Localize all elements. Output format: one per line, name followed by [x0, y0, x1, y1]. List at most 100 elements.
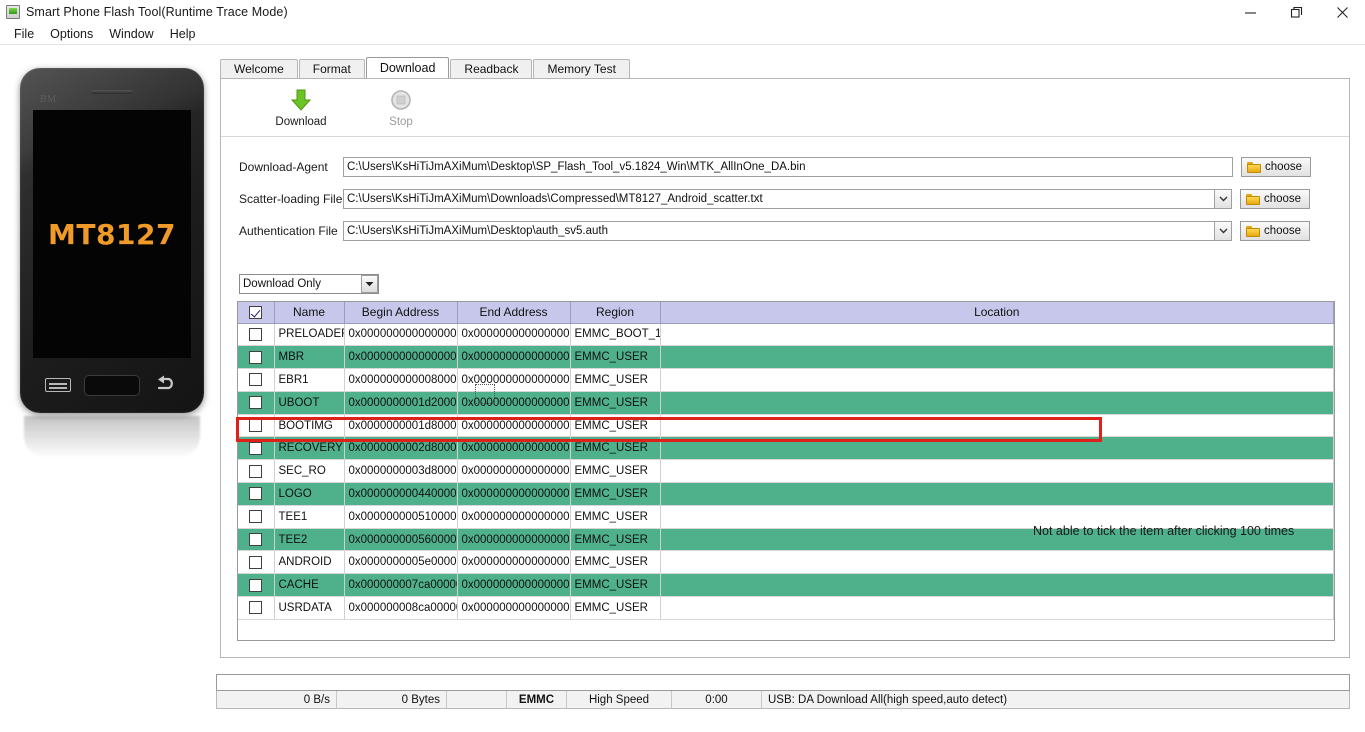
row-checkbox-cell[interactable] — [238, 345, 275, 370]
select-all-checkbox[interactable] — [249, 306, 263, 320]
row-begin-address: 0x0000000003d80000 — [344, 459, 458, 484]
header-name[interactable]: Name — [274, 302, 345, 324]
folder-icon — [1247, 161, 1261, 173]
annotation-text: Not able to tick the item after clicking… — [1033, 524, 1295, 538]
tab-bar: Welcome Format Download Readback Memory … — [220, 57, 1350, 78]
scatter-file-input[interactable]: C:\Users\KsHiTiJmAXiMum\Downloads\Compre… — [343, 189, 1215, 209]
tab-memory-test[interactable]: Memory Test — [533, 59, 630, 78]
row-location — [660, 323, 1334, 347]
row-checkbox[interactable] — [249, 601, 263, 615]
status-storage: EMMC — [507, 690, 567, 709]
row-checkbox[interactable] — [249, 350, 263, 364]
row-begin-address: 0x000000007ca00000 — [344, 573, 458, 598]
row-checkbox-cell[interactable] — [238, 436, 275, 461]
header-select-all[interactable] — [238, 302, 275, 324]
row-checkbox-cell[interactable] — [238, 323, 275, 347]
row-checkbox-cell[interactable] — [238, 550, 275, 575]
scatter-file-row: Scatter-loading File C:\Users\KsHiTiJmAX… — [221, 187, 1351, 211]
table-row[interactable]: USRDATA 0x000000008ca00000 0x0000000000000… — [238, 596, 1334, 620]
row-location — [660, 550, 1334, 575]
row-checkbox-cell[interactable] — [238, 459, 275, 484]
row-checkbox[interactable] — [249, 441, 263, 455]
row-checkbox-cell[interactable] — [238, 368, 275, 392]
row-checkbox-cell[interactable] — [238, 391, 275, 415]
minimize-icon[interactable] — [1227, 0, 1273, 24]
table-row[interactable]: EBR1 0x0000000000080000 0x0000000000000000… — [238, 368, 1334, 392]
row-checkbox[interactable] — [249, 464, 263, 478]
table-row[interactable]: BOOTIMG 0x0000000001d80000 0x0000000000000… — [238, 414, 1334, 438]
row-end-address: 0x0000000000000000 — [457, 391, 571, 415]
download-button[interactable]: Download — [251, 87, 351, 128]
menu-item-file[interactable]: File — [6, 25, 42, 43]
table-row[interactable]: PRELOADER 0x0000000000000000 0x00000000000… — [238, 323, 1334, 347]
row-checkbox[interactable] — [249, 327, 263, 341]
row-checkbox-cell[interactable] — [238, 482, 275, 506]
row-end-address: 0x0000000000000000 — [457, 414, 571, 438]
maximize-icon[interactable] — [1273, 0, 1319, 24]
auth-file-choose-button[interactable]: choose — [1240, 221, 1310, 241]
row-name: UBOOT — [274, 391, 345, 415]
phone-brand-label: BM — [40, 94, 57, 105]
table-row[interactable]: MBR 0x0000000000000000 0x0000000000000000 E… — [238, 345, 1334, 370]
row-checkbox[interactable] — [249, 396, 263, 410]
download-mode-select[interactable]: Download Only — [239, 274, 379, 294]
phone-speaker-icon — [91, 90, 133, 94]
row-checkbox[interactable] — [249, 373, 263, 387]
table-row[interactable]: RECOVERY 0x0000000002d80000 0x000000000000… — [238, 436, 1334, 461]
row-begin-address: 0x0000000002d80000 — [344, 436, 458, 461]
header-location[interactable]: Location — [660, 302, 1334, 324]
header-begin-address[interactable]: Begin Address — [344, 302, 458, 324]
table-row[interactable]: LOGO 0x0000000004400000 0x0000000000000000… — [238, 482, 1334, 506]
download-agent-choose-button[interactable]: choose — [1241, 157, 1311, 177]
row-end-address: 0x0000000000000000 — [457, 345, 571, 370]
menu-item-help[interactable]: Help — [162, 25, 204, 43]
row-checkbox-cell[interactable] — [238, 505, 275, 529]
row-checkbox[interactable] — [249, 487, 263, 501]
choose-label: choose — [1264, 225, 1302, 237]
row-checkbox[interactable] — [249, 510, 263, 524]
status-blank — [447, 690, 507, 709]
tab-download[interactable]: Download — [365, 57, 450, 78]
tab-welcome[interactable]: Welcome — [220, 59, 298, 78]
row-region: EMMC_BOOT_1 — [570, 323, 661, 347]
download-mode-dropdown-arrow[interactable] — [361, 275, 378, 293]
tab-format[interactable]: Format — [298, 59, 365, 78]
header-region[interactable]: Region — [570, 302, 661, 324]
row-checkbox-cell[interactable] — [238, 573, 275, 598]
scatter-file-dropdown-button[interactable] — [1215, 189, 1232, 209]
row-checkbox[interactable] — [249, 555, 263, 569]
row-name: PRELOADER — [274, 323, 345, 347]
panel-toolbar: Download Stop — [221, 79, 1349, 137]
choose-label: choose — [1265, 161, 1303, 173]
header-end-address[interactable]: End Address — [457, 302, 571, 324]
row-begin-address: 0x0000000000000000 — [344, 323, 458, 347]
row-checkbox[interactable] — [249, 533, 263, 547]
menu-bar: File Options Window Help — [0, 24, 1365, 45]
table-row[interactable]: ANDROID 0x0000000005e00000 0x0000000000000… — [238, 550, 1334, 575]
stop-button[interactable]: Stop — [351, 87, 451, 128]
row-name: TEE1 — [274, 505, 345, 529]
menu-item-window[interactable]: Window — [101, 25, 161, 43]
chevron-down-icon — [1219, 196, 1227, 202]
row-checkbox[interactable] — [249, 419, 263, 433]
row-checkbox-cell[interactable] — [238, 528, 275, 552]
row-checkbox[interactable] — [249, 578, 263, 592]
auth-file-input[interactable]: C:\Users\KsHiTiJmAXiMum\Desktop\auth_sv5… — [343, 221, 1215, 241]
row-location — [660, 596, 1334, 620]
download-agent-input[interactable]: C:\Users\KsHiTiJmAXiMum\Desktop\SP_Flash… — [343, 157, 1233, 177]
row-end-address: 0x0000000000000000 — [457, 550, 571, 575]
menu-item-options[interactable]: Options — [42, 25, 101, 43]
status-elapsed: 0:00 — [672, 690, 762, 709]
close-icon[interactable] — [1319, 0, 1365, 24]
tab-readback[interactable]: Readback — [450, 59, 533, 78]
row-checkbox-cell[interactable] — [238, 414, 275, 438]
back-key-icon — [153, 375, 179, 395]
row-name: SEC_RO — [274, 459, 345, 484]
table-row[interactable]: CACHE 0x000000007ca00000 0x000000000000000… — [238, 573, 1334, 598]
scatter-file-choose-button[interactable]: choose — [1240, 189, 1310, 209]
row-begin-address: 0x0000000004400000 — [344, 482, 458, 506]
table-row[interactable]: SEC_RO 0x0000000003d80000 0x00000000000000… — [238, 459, 1334, 484]
row-checkbox-cell[interactable] — [238, 596, 275, 620]
table-row[interactable]: UBOOT 0x0000000001d20000 0x000000000000000… — [238, 391, 1334, 415]
auth-file-dropdown-button[interactable] — [1215, 221, 1232, 241]
